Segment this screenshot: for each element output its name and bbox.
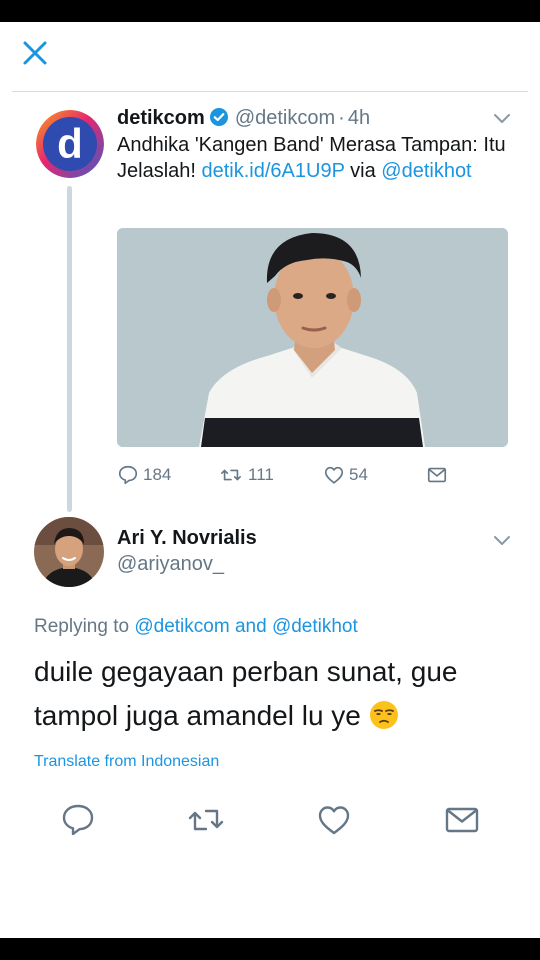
svg-text:d: d bbox=[57, 120, 83, 167]
replying-user-detikhot[interactable]: @detikhot bbox=[272, 616, 358, 637]
replying-and: and bbox=[234, 616, 267, 637]
quoted-link[interactable]: detik.id/6A1U9P bbox=[202, 160, 345, 182]
thread-line bbox=[67, 186, 72, 512]
verified-badge-icon bbox=[209, 108, 228, 126]
replying-user-detikcom[interactable]: @detikcom bbox=[134, 616, 229, 637]
status-bar bbox=[0, 0, 540, 22]
reply-button[interactable] bbox=[60, 802, 96, 838]
profile-photo bbox=[34, 517, 104, 587]
detikcom-avatar[interactable]: d bbox=[36, 110, 104, 178]
like-action[interactable]: 54 bbox=[323, 462, 368, 488]
unamused-face-emoji bbox=[369, 701, 398, 729]
quoted-mention[interactable]: @detikhot bbox=[381, 160, 471, 182]
like-count: 54 bbox=[349, 465, 368, 484]
bottom-bar bbox=[0, 938, 540, 960]
tweet-detail-screen: d detikcom @detikcom · 4h Andhika 'Kangen B… bbox=[0, 22, 540, 938]
chevron-down-icon[interactable] bbox=[493, 113, 511, 125]
envelope-icon bbox=[445, 807, 479, 833]
quoted-tweet-text: Andhika 'Kangen Band' Merasa Tampan: Itu… bbox=[117, 132, 517, 184]
close-icon bbox=[23, 41, 47, 65]
dm-button[interactable] bbox=[444, 802, 480, 838]
reply-author-name[interactable]: Ari Y. Novrialis bbox=[117, 527, 257, 550]
chevron-down-icon[interactable] bbox=[493, 535, 511, 547]
reply-tweet-text: duile gegayaan perban sunat, gue tampol … bbox=[34, 650, 514, 738]
reply-icon bbox=[118, 465, 138, 485]
quoted-time: 4h bbox=[347, 107, 371, 129]
heart-icon bbox=[318, 806, 350, 835]
retweet-count: 111 bbox=[248, 465, 274, 484]
retweet-icon bbox=[188, 809, 224, 831]
ariyanov-avatar[interactable] bbox=[34, 517, 104, 587]
tweet-media-image[interactable] bbox=[117, 228, 508, 447]
heart-icon bbox=[324, 466, 344, 484]
quoted-handle[interactable]: @detikcom bbox=[235, 107, 335, 129]
retweet-button[interactable] bbox=[186, 802, 226, 838]
close-button[interactable] bbox=[18, 36, 52, 70]
photo-of-man bbox=[117, 228, 508, 447]
quoted-tweet-actions: 184 111 54 bbox=[117, 462, 477, 488]
retweet-icon bbox=[221, 469, 241, 481]
replying-prefix: Replying to bbox=[34, 616, 130, 637]
like-button[interactable] bbox=[316, 802, 352, 838]
quoted-author-name[interactable]: detikcom bbox=[117, 107, 205, 129]
translate-link[interactable]: Translate from Indonesian bbox=[34, 753, 219, 771]
envelope-icon bbox=[427, 467, 447, 483]
retweet-action[interactable]: 111 bbox=[218, 462, 274, 488]
replying-to-line: Replying to @detikcom and @detikhot bbox=[34, 616, 358, 638]
reply-tweet-actions bbox=[0, 802, 540, 842]
reply-action[interactable]: 184 bbox=[117, 462, 171, 488]
detik-logo-icon: d bbox=[36, 110, 104, 178]
header-divider bbox=[12, 91, 528, 92]
reply-count: 184 bbox=[143, 465, 172, 484]
reply-icon bbox=[62, 804, 94, 836]
quoted-via: via bbox=[350, 160, 376, 182]
time-separator: · bbox=[338, 107, 345, 129]
reply-handle[interactable]: @ariyanov_ bbox=[117, 553, 224, 576]
dm-action[interactable] bbox=[426, 462, 452, 488]
quoted-tweet-header: detikcom @detikcom · 4h bbox=[117, 106, 370, 130]
